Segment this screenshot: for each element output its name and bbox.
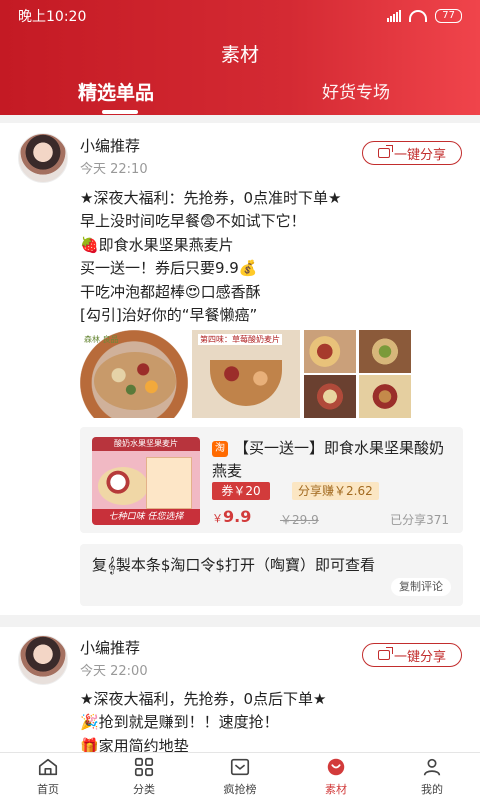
post-time: 今天 22:10 — [80, 162, 148, 177]
post-text[interactable]: ★深夜大福利，先抢券，0点后下单★ 🎉抢到就是赚到！！速度抢！ 🎁家用简约地垫 — [80, 688, 470, 758]
product-image[interactable]: 酸奶水果坚果麦片 七种口味 任您选择 — [92, 437, 200, 525]
ranking-icon — [230, 758, 250, 776]
share-icon — [377, 647, 393, 660]
post-author: 小编推荐 — [80, 639, 141, 657]
post-image-1[interactable]: 森林 良品 — [80, 330, 188, 418]
post-time: 今天 22:00 — [80, 664, 148, 679]
app-header: 晚上10:20 77 素材 精选单品 好货专场 — [0, 0, 480, 115]
tab-categories[interactable]: 分类 — [96, 753, 192, 800]
bottom-tab-bar: 首页 分类 疯抢榜 素材 我的 — [0, 752, 480, 800]
share-button-label: 一键分享 — [393, 649, 446, 665]
tab-featured[interactable]: 精选单品 — [78, 78, 154, 105]
granola-cup — [210, 360, 282, 406]
post-text[interactable]: ★深夜大福利：先抢券，0点准时下单★ 早上没时间吃早餐😨不如试下它！ 🍓即食水果… — [80, 187, 470, 327]
avatar — [18, 635, 68, 685]
taobao-code-box: 复𝄞製本条$淘口令$打开（啕寶）即可查看 复制评论 — [80, 544, 463, 606]
page-title: 素材 — [220, 44, 259, 66]
post-line: 🍓即食水果坚果燕麦片 — [80, 235, 234, 254]
top-tabs: 精选单品 好货专场 — [0, 78, 480, 114]
material-feed[interactable]: 小编推荐 今天 22:10 一键分享 ★深夜大福利：先抢券，0点准时下单★ 早上… — [0, 123, 480, 800]
product-price: ￥9.9 — [212, 507, 251, 526]
price-symbol: ￥ — [212, 512, 223, 525]
post-line: ★深夜大福利：先抢券，0点准时下单★ — [80, 189, 342, 207]
tab-ranking[interactable]: 疯抢榜 — [192, 753, 288, 800]
post-image-2[interactable]: 第四味：草莓酸奶麦片 — [192, 330, 300, 418]
image-flavor-text: 第四味：草莓酸奶麦片 — [198, 334, 282, 345]
tab-label: 我的 — [421, 783, 443, 796]
image-quad — [304, 375, 356, 418]
product-image-top-text: 酸奶水果坚果麦片 — [92, 437, 200, 451]
post-image-3[interactable] — [304, 330, 412, 418]
post-card: 小编推荐 今天 22:10 一键分享 ★深夜大福利：先抢券，0点准时下单★ 早上… — [0, 123, 480, 615]
product-image-bowl — [98, 467, 148, 505]
one-click-share-button[interactable]: 一键分享 — [362, 141, 462, 165]
share-earn-badge: 分享赚￥2.62 — [292, 482, 379, 500]
wifi-icon — [409, 10, 428, 22]
copy-comment-button[interactable]: 复制评论 — [391, 578, 451, 596]
tab-label: 疯抢榜 — [223, 783, 257, 796]
user-icon — [423, 758, 441, 776]
share-icon — [377, 145, 393, 158]
price-value: 9.9 — [223, 507, 252, 526]
post-line: [勾引]治好你的“早餐懒癌” — [80, 306, 258, 325]
post-line: 买一送一！券后只要9.9💰 — [80, 259, 258, 278]
image-quad — [359, 375, 411, 418]
image-brand-text: 森林 良品 — [84, 335, 119, 344]
post-author: 小编推荐 — [80, 137, 141, 155]
product-image-bottom-text: 七种口味 任您选择 — [92, 509, 200, 525]
product-image-bag — [146, 457, 192, 509]
tab-label: 素材 — [325, 783, 347, 796]
tab-me[interactable]: 我的 — [384, 753, 480, 800]
granola-bowl — [94, 352, 176, 410]
post-line: 🎉抢到就是赚到！！速度抢！ — [80, 713, 279, 732]
tab-good-deals[interactable]: 好货专场 — [322, 78, 390, 103]
post-line: 早上没时间吃早餐😨不如试下它！ — [80, 212, 306, 231]
share-button-label: 一键分享 — [393, 147, 446, 163]
tab-label: 分类 — [133, 783, 155, 796]
tab-label: 首页 — [37, 783, 59, 796]
grid-icon — [134, 757, 154, 777]
taobao-code-text[interactable]: 复𝄞製本条$淘口令$打开（啕寶）即可查看 — [92, 554, 375, 575]
post-line: ★深夜大福利，先抢券，0点后下单★ — [80, 690, 327, 708]
image-quad — [304, 330, 356, 373]
battery-icon: 77 — [435, 9, 462, 23]
active-tab-indicator — [102, 110, 138, 114]
material-icon — [327, 758, 345, 776]
product-title[interactable]: 【买一送一】即食水果坚果酸奶燕麦 — [212, 437, 452, 483]
coupon-badge: 券￥20 — [212, 482, 270, 500]
home-icon — [38, 758, 58, 776]
tab-material[interactable]: 素材 — [288, 753, 384, 800]
tab-home[interactable]: 首页 — [0, 753, 96, 800]
original-price: ￥29.9 — [280, 513, 319, 527]
post-line: 干吃冲泡都超棒😍口感香酥 — [80, 282, 261, 301]
product-card[interactable]: 酸奶水果坚果麦片 七种口味 任您选择 淘 【买一送一】即食水果坚果酸奶燕麦 券￥… — [80, 427, 463, 533]
status-bar: 晚上10:20 77 — [18, 6, 462, 26]
shared-count: 已分享371 — [390, 513, 449, 527]
status-time: 晚上10:20 — [18, 9, 87, 25]
image-quad — [359, 330, 411, 373]
avatar — [18, 133, 68, 183]
one-click-share-button[interactable]: 一键分享 — [362, 643, 462, 667]
signal-icon — [387, 10, 402, 22]
